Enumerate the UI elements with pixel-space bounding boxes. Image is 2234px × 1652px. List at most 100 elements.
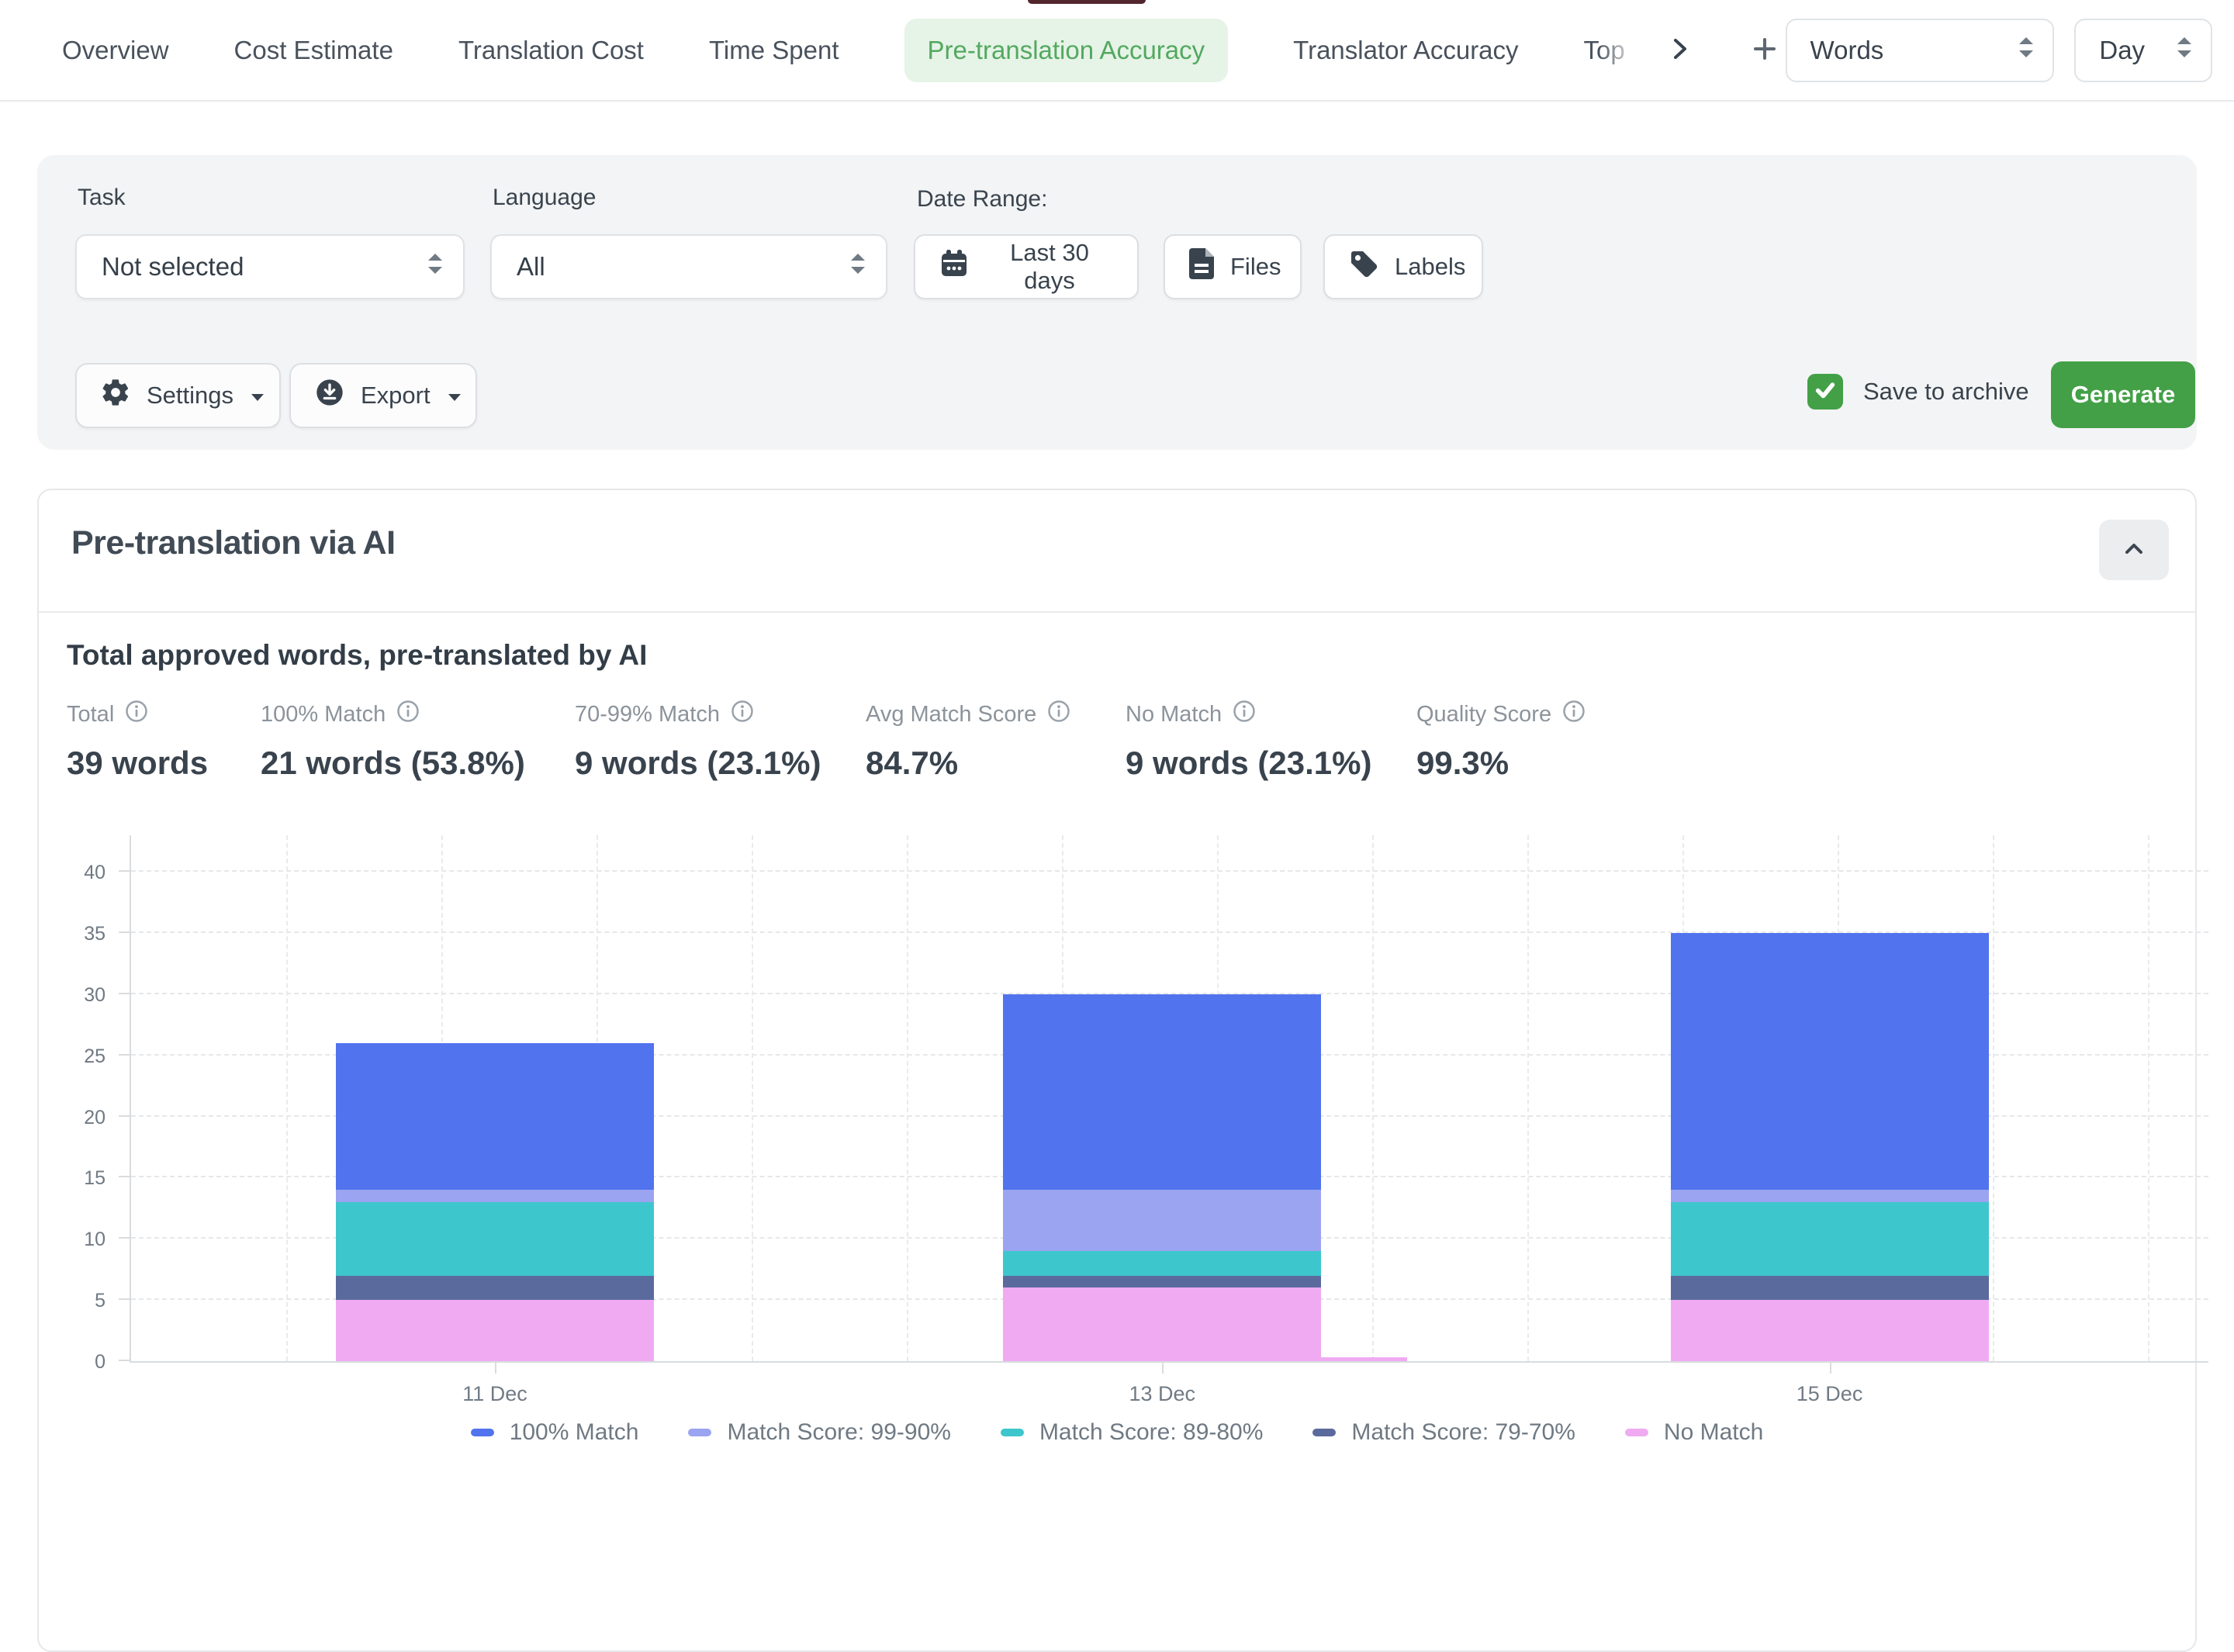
y-tick-label: 35 <box>39 923 105 945</box>
y-tick-mark <box>119 1360 131 1361</box>
unit-select-value: Words <box>1810 36 1884 65</box>
y-tick-mark <box>119 993 131 994</box>
stat-70-99-match: 70-99% Match9 words (23.1%) <box>575 700 866 782</box>
caret-down-icon <box>446 382 463 410</box>
stat-avg-match-score: Avg Match Score84.7% <box>866 700 1126 782</box>
labels-button-label: Labels <box>1395 253 1465 281</box>
bar-segment-match-score-89-80-[interactable] <box>1671 1202 1989 1276</box>
add-report-tab-button[interactable] <box>1744 28 1786 72</box>
bar-segment-match-score-89-80-[interactable] <box>336 1202 654 1276</box>
y-tick-mark <box>119 1298 131 1300</box>
settings-button-label: Settings <box>147 382 233 410</box>
x-tick-mark <box>495 1361 496 1374</box>
select-updown-icon <box>426 251 444 283</box>
settings-button[interactable]: Settings <box>75 363 281 428</box>
legend-label: No Match <box>1664 1419 1763 1446</box>
legend-item-100-match[interactable]: 100% Match <box>471 1419 639 1446</box>
tab-cost-estimate[interactable]: Cost Estimate <box>234 19 393 82</box>
generate-button[interactable]: Generate <box>2051 361 2195 428</box>
legend-marker <box>471 1429 494 1436</box>
tab-time-spent[interactable]: Time Spent <box>709 19 839 82</box>
info-icon[interactable] <box>125 700 148 729</box>
info-icon[interactable] <box>396 700 420 729</box>
export-button-label: Export <box>361 382 431 410</box>
legend-item-match-score-79-70-[interactable]: Match Score: 79-70% <box>1312 1419 1575 1446</box>
tab-translator-accuracy[interactable]: Translator Accuracy <box>1293 19 1518 82</box>
bar-segment-no-match[interactable] <box>1671 1300 1989 1361</box>
bar-segment-100-match[interactable] <box>1003 994 1321 1190</box>
stat-total: Total 39 words <box>67 700 261 782</box>
chevron-up-icon <box>2122 540 2146 561</box>
legend-label: Match Score: 99-90% <box>727 1419 950 1446</box>
tab-top[interactable]: Top <box>1584 19 1643 82</box>
v-gridline <box>1372 835 1374 1361</box>
stat-label-text: 100% Match <box>261 702 386 728</box>
bar-segment-match-score-79-70-[interactable] <box>1003 1276 1321 1288</box>
y-tick-mark <box>119 931 131 933</box>
unit-select[interactable]: Words <box>1786 19 2055 82</box>
tab-overview[interactable]: Overview <box>62 19 169 82</box>
tab-pre-translation-accuracy[interactable]: Pre-translation Accuracy <box>904 19 1229 82</box>
bar-segment-no-match[interactable] <box>1003 1287 1321 1361</box>
task-select[interactable]: Not selected <box>75 234 465 299</box>
y-tick-mark <box>119 1237 131 1239</box>
y-tick-label: 0 <box>39 1351 105 1374</box>
period-select[interactable]: Day <box>2074 19 2212 82</box>
legend-item-no-match[interactable]: No Match <box>1625 1419 1763 1446</box>
export-button[interactable]: Export <box>289 363 477 428</box>
y-tick-label: 25 <box>39 1045 105 1068</box>
stat-label: 100% Match <box>261 700 575 729</box>
legend-label: Match Score: 89-80% <box>1039 1419 1263 1446</box>
y-tick-mark <box>119 1176 131 1177</box>
tab-scroll-right-button[interactable] <box>1660 29 1699 71</box>
stat-label: Total <box>67 700 261 729</box>
date-range-button[interactable]: Last 30 days <box>914 234 1139 299</box>
card-divider <box>39 611 2195 613</box>
info-icon[interactable] <box>1233 700 1256 729</box>
bar-segment-match-score-89-80-[interactable] <box>1003 1251 1321 1276</box>
pretranslation-report-card: Pre-translation via AI Total approved wo… <box>37 489 2197 1652</box>
bar-segment-100-match[interactable] <box>1671 933 1989 1190</box>
y-tick-mark <box>119 1054 131 1056</box>
stat-label-text: 70-99% Match <box>575 702 720 728</box>
stat-label-text: Avg Match Score <box>866 702 1036 728</box>
legend-marker <box>688 1429 711 1436</box>
v-gridline <box>2148 835 2149 1361</box>
x-tick-label: 13 Dec <box>1129 1382 1195 1406</box>
top-dark-strip <box>1028 0 1146 4</box>
legend-item-match-score-99-90-[interactable]: Match Score: 99-90% <box>688 1419 950 1446</box>
x-tick-mark <box>1162 1361 1164 1374</box>
bar-segment-no-match[interactable] <box>336 1300 654 1361</box>
report-tab-bar: Overview Cost Estimate Translation Cost Tim… <box>0 0 2234 102</box>
stat-no-match: No Match9 words (23.1%) <box>1126 700 1416 782</box>
y-tick-label: 40 <box>39 862 105 884</box>
save-to-archive-checkbox[interactable] <box>1807 374 1843 410</box>
stat-value: 39 words <box>67 745 261 782</box>
bar-segment-match-score-99-90-[interactable] <box>336 1190 654 1202</box>
y-tick-label: 5 <box>39 1290 105 1312</box>
x-tick-label: 15 Dec <box>1797 1382 1863 1406</box>
labels-filter-button[interactable]: Labels <box>1323 234 1483 299</box>
legend-item-match-score-89-80-[interactable]: Match Score: 89-80% <box>1001 1419 1263 1446</box>
info-icon[interactable] <box>731 700 754 729</box>
micro-bar-segment[interactable] <box>1306 1357 1407 1361</box>
bar-segment-match-score-79-70-[interactable] <box>1671 1276 1989 1301</box>
legend-marker <box>1625 1429 1648 1436</box>
y-tick-mark <box>119 870 131 872</box>
collapse-section-button[interactable] <box>2099 520 2169 580</box>
info-icon[interactable] <box>1047 700 1070 729</box>
save-to-archive-label: Save to archive <box>1863 378 2029 406</box>
task-select-value: Not selected <box>102 252 244 282</box>
legend-marker <box>1312 1429 1336 1436</box>
stat-value: 21 words (53.8%) <box>261 745 575 782</box>
bar-segment-match-score-79-70-[interactable] <box>336 1276 654 1301</box>
bar-segment-match-score-99-90-[interactable] <box>1003 1190 1321 1251</box>
y-tick-label: 10 <box>39 1229 105 1251</box>
legend-label: 100% Match <box>510 1419 639 1446</box>
bar-segment-100-match[interactable] <box>336 1043 654 1190</box>
bar-segment-match-score-99-90-[interactable] <box>1671 1190 1989 1202</box>
tab-translation-cost[interactable]: Translation Cost <box>458 19 644 82</box>
language-select[interactable]: All <box>490 234 887 299</box>
info-icon[interactable] <box>1562 700 1586 729</box>
files-filter-button[interactable]: Files <box>1164 234 1302 299</box>
